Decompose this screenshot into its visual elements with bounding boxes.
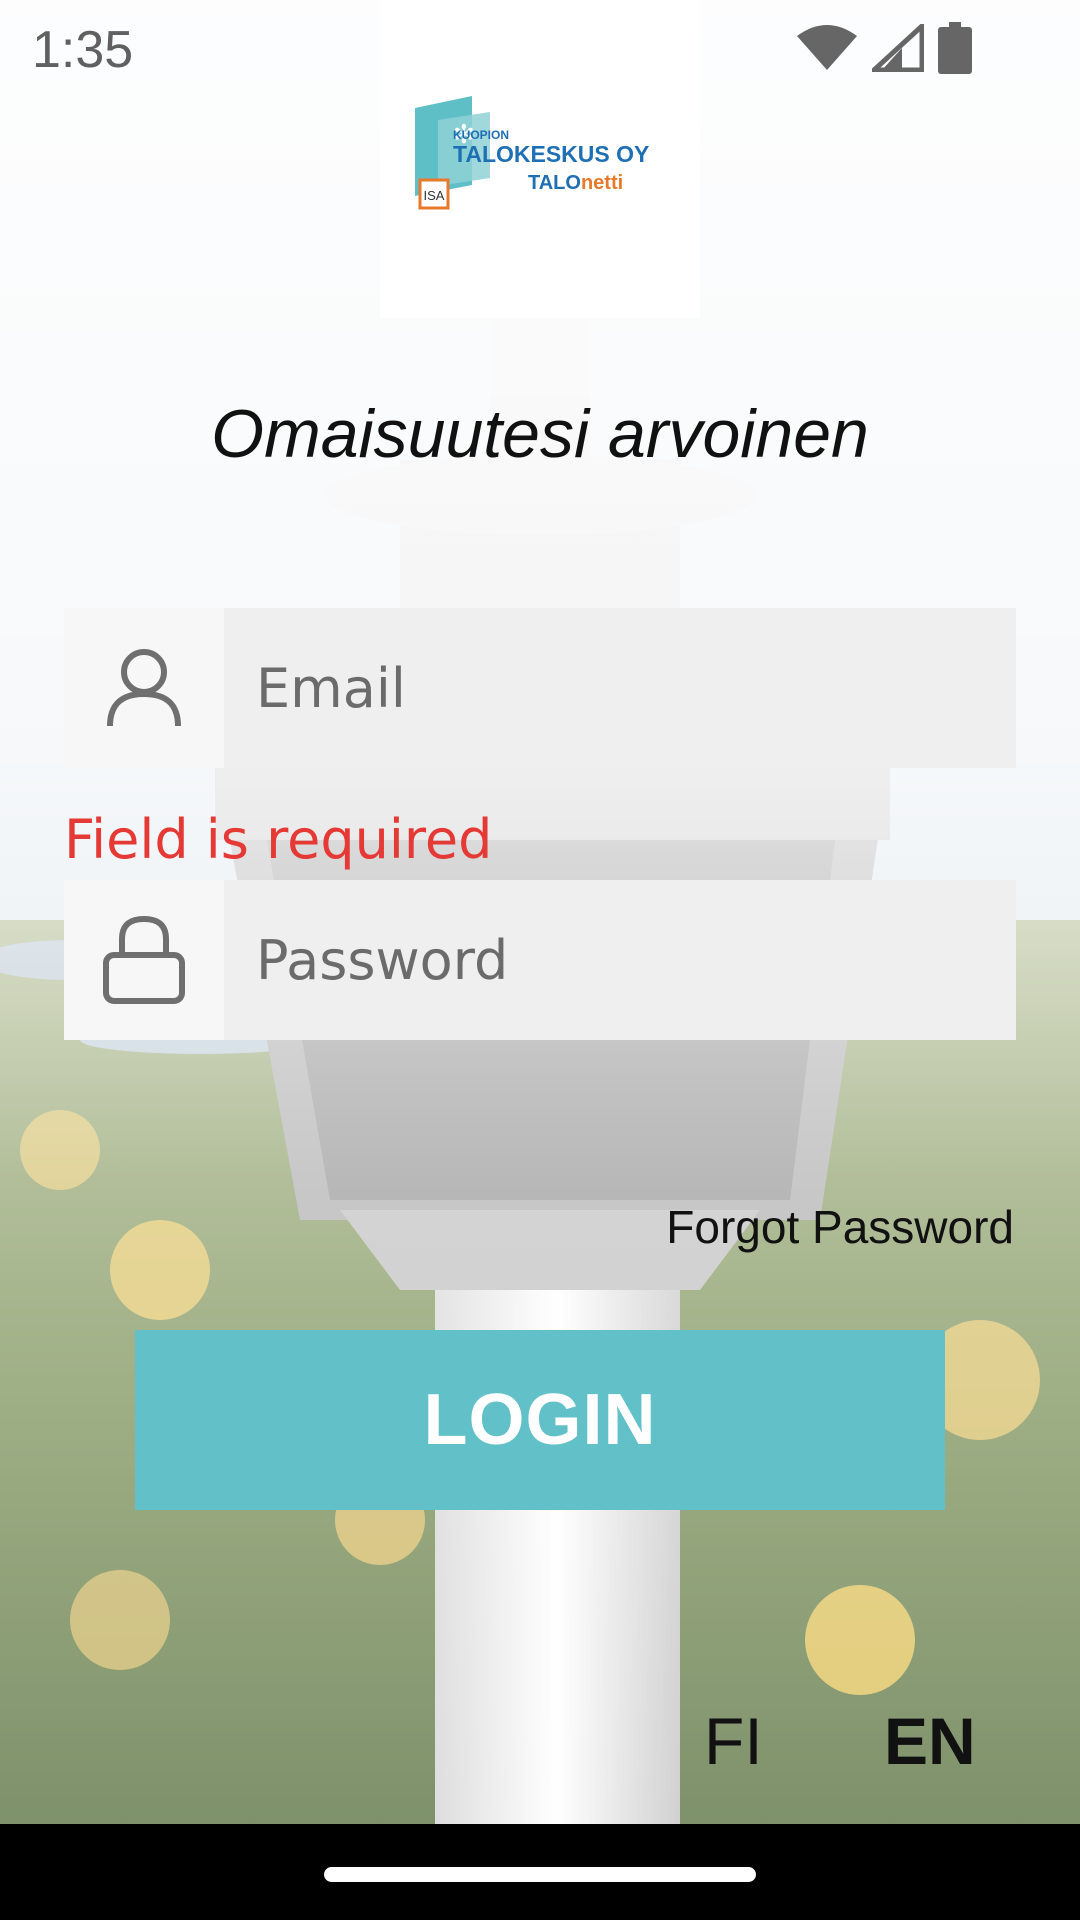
password-input[interactable] xyxy=(224,927,1016,993)
email-input[interactable] xyxy=(224,655,1016,721)
user-icon-box xyxy=(64,608,224,768)
company-logo: ISA ✻ KUOPION TALOKESKUS OY TALOnetti xyxy=(415,96,649,210)
logo-line3: TALOnetti xyxy=(528,172,623,194)
email-input-box xyxy=(224,608,1016,768)
signal-icon xyxy=(867,20,925,77)
login-button[interactable]: LOGIN xyxy=(135,1330,945,1510)
home-gesture-handle[interactable] xyxy=(324,1867,756,1882)
battery-icon xyxy=(938,22,972,79)
email-error-message: Field is required xyxy=(64,808,493,871)
forgot-password-link[interactable]: Forgot Password xyxy=(666,1200,1014,1254)
wifi-icon xyxy=(796,24,858,77)
language-en-button[interactable]: EN xyxy=(884,1703,976,1779)
language-fi-button[interactable]: FI xyxy=(704,1703,763,1779)
logo-line1: KUOPION xyxy=(453,128,509,142)
tagline: Omaisuutesi arvoinen xyxy=(211,396,869,472)
password-input-box xyxy=(224,880,1016,1040)
status-time: 1:35 xyxy=(32,21,134,79)
navigation-bar xyxy=(0,1824,1080,1920)
logo-badge: ISA xyxy=(424,188,445,203)
logo-card: ISA ✻ KUOPION TALOKESKUS OY TALOnetti xyxy=(380,0,700,318)
lock-icon-box xyxy=(64,880,224,1040)
email-field xyxy=(64,608,1016,768)
lock-icon xyxy=(103,915,185,1004)
password-field xyxy=(64,880,1016,1040)
user-icon xyxy=(107,649,181,727)
status-icons xyxy=(796,20,972,79)
logo-line2: TALOKESKUS OY xyxy=(453,141,649,167)
